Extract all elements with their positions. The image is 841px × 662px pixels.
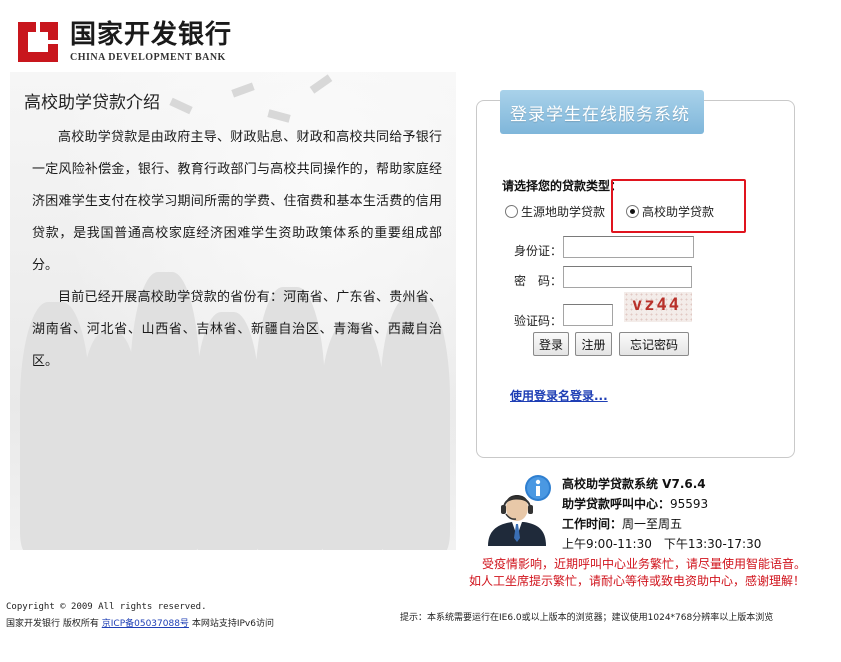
- captcha-label: 验证码：: [514, 314, 563, 328]
- bank-logo-mark: [18, 22, 58, 62]
- intro-paragraph: 高校助学贷款是由政府主导、财政贴息、财政和高校共同给予银行一定风险补偿金，银行、…: [32, 130, 442, 273]
- worktime-days: 周一至周五: [622, 517, 683, 531]
- radio-source-loan-label: 生源地助学贷款: [521, 204, 606, 219]
- password-input[interactable]: [563, 266, 692, 288]
- id-card-label: 身份证：: [514, 244, 563, 258]
- worktime-label: 工作时间：: [562, 517, 623, 531]
- highlight-annotation-box: [611, 179, 746, 233]
- radio-button-icon[interactable]: [505, 204, 518, 218]
- loan-type-label: 请选择您的贷款类型：: [502, 179, 623, 193]
- forgot-password-button[interactable]: 忘记密码: [619, 332, 689, 356]
- login-panel-header: 登录学生在线服务系统: [500, 90, 704, 134]
- copyright-text: Copyright © 2009 All rights reserved.: [6, 602, 207, 612]
- password-label: 密 码：: [514, 274, 563, 288]
- icp-record-link[interactable]: 京ICP备05037088号: [102, 619, 189, 629]
- id-card-input[interactable]: [563, 236, 694, 258]
- owner-text: 国家开发银行 版权所有: [6, 619, 99, 629]
- intro-body: 高校助学贷款是由政府主导、财政贴息、财政和高校共同给予银行一定风险补偿金，银行、…: [32, 122, 442, 378]
- bank-logo: 国家开发银行 CHINA DEVELOPMENT BANK: [18, 20, 231, 64]
- service-notice-line2: 如人工坐席提示繁忙，请耐心等待或致电资助中心，感谢理解！: [469, 574, 806, 588]
- service-notice-line1: 受疫情影响，近期呼叫中心业务繁忙，请尽量使用智能语音。: [482, 557, 807, 571]
- worktime-hours: 上午9:00-11:30 下午13:30-17:30: [562, 537, 762, 551]
- system-version: 高校助学贷款系统 V7.6.4: [562, 477, 706, 491]
- login-panel-title: 登录学生在线服务系统: [510, 105, 690, 125]
- hotline-info: 助学贷款呼叫中心：95593: [562, 495, 708, 512]
- hotline-label: 助学贷款呼叫中心：: [562, 497, 671, 511]
- captcha-text: vz44: [632, 295, 681, 315]
- footer-ownership: 国家开发银行 版权所有 京ICP备05037088号 本网站支持IPv6访问: [6, 616, 274, 629]
- intro-title: 高校助学贷款介绍: [24, 93, 160, 113]
- login-button[interactable]: 登录: [533, 332, 569, 356]
- intro-paragraph: 目前已经开展高校助学贷款的省份有：河南省、广东省、贵州省、湖南省、河北省、山西省…: [32, 290, 442, 369]
- captcha-input[interactable]: [563, 304, 613, 326]
- register-button[interactable]: 注册: [575, 332, 612, 356]
- ipv6-text: 本网站支持IPv6访问: [191, 619, 274, 629]
- hotline-number: 95593: [670, 497, 709, 511]
- worktime-info: 工作时间：周一至周五: [562, 515, 682, 532]
- bank-name-chinese: 国家开发银行: [70, 20, 233, 50]
- browser-requirement-tip: 提示：本系统需要运行在IE6.0或以上版本的浏览器；建议使用1024*768分辨…: [400, 613, 774, 623]
- radio-source-loan[interactable]: 生源地助学贷款: [505, 202, 605, 220]
- bank-name-english: CHINA DEVELOPMENT BANK: [70, 52, 226, 63]
- captcha-image[interactable]: vz44: [624, 292, 692, 322]
- username-login-link[interactable]: 使用登录名登录...: [510, 387, 608, 404]
- customer-service-icon: [482, 474, 554, 546]
